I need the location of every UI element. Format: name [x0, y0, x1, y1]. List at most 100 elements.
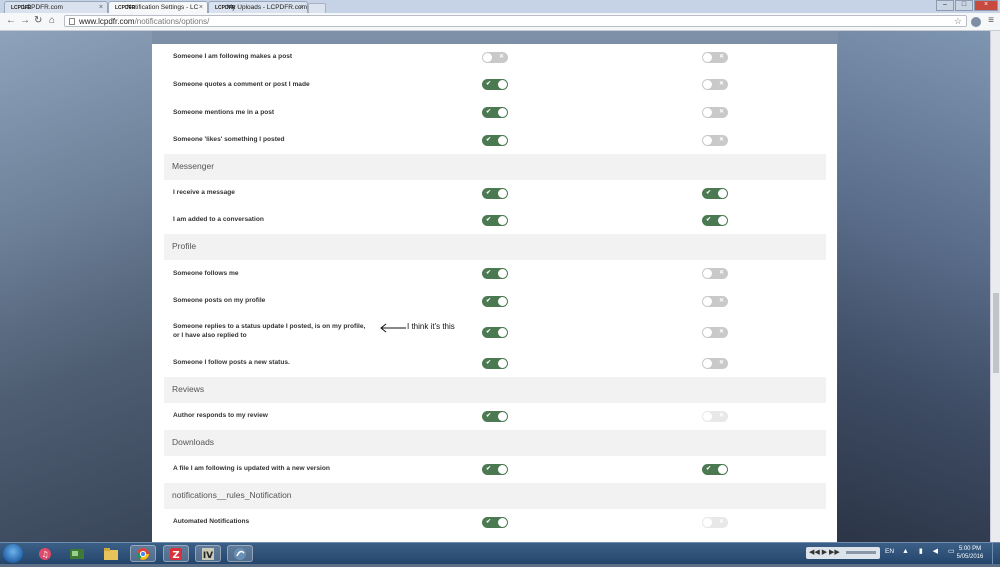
app-z-icon[interactable]: Z	[163, 545, 189, 562]
toggle-inline[interactable]: ✔	[482, 107, 508, 118]
page-icon	[69, 18, 75, 25]
toggle-inline[interactable]: ✔	[482, 188, 508, 199]
itunes-icon[interactable]: ♫	[32, 545, 58, 562]
svg-text:♫: ♫	[41, 550, 48, 559]
toggle-inline[interactable]: ✔	[482, 135, 508, 146]
toggle-email[interactable]: ✕	[702, 52, 728, 63]
lcpdfr-favicon-icon: LCPDFR	[11, 5, 32, 11]
app-dolphin-icon[interactable]	[227, 545, 253, 562]
section-title: Messenger	[172, 161, 215, 171]
toggle-email-disabled: ✕	[702, 411, 728, 422]
toggle-inline[interactable]: ✔	[482, 215, 508, 226]
page-scrollbar[interactable]	[990, 31, 1000, 542]
toggle-email[interactable]: ✕	[702, 358, 728, 369]
close-tab-icon[interactable]: ×	[299, 2, 303, 13]
back-arrow-icon[interactable]: ←	[6, 16, 16, 26]
annotation: I think it's this	[379, 321, 469, 335]
toggle-email[interactable]: ✕	[702, 268, 728, 279]
reload-icon[interactable]: ↻	[34, 16, 42, 26]
section-title: Profile	[172, 241, 197, 251]
check-icon: ✔	[706, 466, 712, 472]
tab-title: LCPDFR.com	[22, 4, 63, 11]
toggle-email[interactable]: ✔	[702, 188, 728, 199]
background-art-left	[0, 31, 152, 542]
volume-slider[interactable]	[845, 550, 876, 554]
toggle-inline[interactable]: ✔	[482, 327, 508, 338]
close-window-button[interactable]: ×	[974, 0, 998, 11]
check-icon: ✔	[706, 217, 712, 223]
chrome-icon[interactable]	[130, 545, 156, 562]
start-button[interactable]	[3, 544, 23, 563]
clock-date: 5/05/2016	[956, 554, 984, 560]
forward-arrow-icon[interactable]: →	[20, 16, 30, 26]
language-indicator[interactable]: EN	[885, 548, 894, 555]
minimize-button[interactable]: –	[936, 0, 954, 11]
media-controls[interactable]: ◀◀ ▶ ▶▶	[806, 547, 880, 559]
svg-text:IV: IV	[203, 551, 213, 561]
tab-bar: LCPDFR LCPDFR.com × LCPDFR Notification …	[0, 0, 1000, 14]
setting-label-continued: or I have also replied to	[173, 332, 247, 339]
toggle-email[interactable]: ✕	[702, 135, 728, 146]
toggle-email[interactable]: ✕	[702, 296, 728, 307]
address-bar-row: ← → ↻ ⌂ www.lcpdfr.com/notifications/opt…	[0, 13, 1000, 31]
tab-title: Notification Settings - LC	[126, 4, 199, 11]
clock[interactable]: 5:00 PM 5/05/2016	[953, 545, 987, 561]
close-tab-icon[interactable]: ×	[199, 2, 203, 13]
setting-label: I am added to a conversation	[173, 216, 264, 223]
section-header: notifications__rules_Notification	[164, 483, 826, 509]
toggle-inline[interactable]: ✔	[482, 517, 508, 528]
toggle-email[interactable]: ✔	[702, 464, 728, 475]
x-icon: ✕	[718, 519, 724, 525]
toggle-inline[interactable]: ✔	[482, 411, 508, 422]
toggle-email[interactable]: ✕	[702, 79, 728, 90]
toggle-inline[interactable]: ✔	[482, 358, 508, 369]
toggle-inline[interactable]: ✔	[482, 268, 508, 279]
toggle-inline[interactable]: ✕	[482, 52, 508, 63]
check-icon: ✔	[486, 109, 492, 115]
tab-lcpdfr[interactable]: LCPDFR LCPDFR.com ×	[4, 1, 108, 13]
setting-row: Someone 'likes' something I posted ✔ ✕	[164, 127, 826, 154]
setting-label: Someone posts on my profile	[173, 297, 266, 304]
scrollbar-thumb[interactable]	[993, 293, 999, 373]
background-art-right	[838, 31, 1000, 542]
menu-icon[interactable]: ≡	[988, 16, 994, 26]
home-icon[interactable]: ⌂	[49, 16, 55, 26]
game-icon[interactable]	[64, 545, 90, 562]
setting-label: I receive a message	[173, 189, 235, 196]
x-icon: ✕	[718, 360, 724, 366]
toggle-inline[interactable]: ✔	[482, 464, 508, 475]
check-icon: ✔	[486, 519, 492, 525]
close-tab-icon[interactable]: ×	[99, 2, 103, 13]
tab-my-uploads[interactable]: LCPDFR My Uploads - LCPDFR.com ×	[208, 1, 308, 13]
bookmark-star-icon[interactable]: ☆	[954, 16, 962, 27]
setting-label: Author responds to my review	[173, 412, 268, 419]
toggle-email[interactable]: ✕	[702, 107, 728, 118]
setting-label: Someone follows me	[173, 270, 239, 277]
maximize-button[interactable]: □	[955, 0, 973, 11]
app-iv-icon[interactable]: IV	[195, 545, 221, 562]
setting-row: Someone replies to a status update I pos…	[164, 315, 826, 349]
file-explorer-icon[interactable]	[98, 545, 124, 562]
taskbar: ♫ Z IV ◀◀ ▶ ▶▶ EN ▲ ▮ ◀ ▭ 5:00 PM 5/05/2…	[0, 542, 1000, 564]
toggle-email-disabled: ✕	[702, 517, 728, 528]
setting-row: Author responds to my review ✔ ✕	[164, 403, 826, 430]
adblock-extension-icon[interactable]	[971, 17, 981, 27]
check-icon: ✔	[486, 298, 492, 304]
tab-notification-settings[interactable]: LCPDFR Notification Settings - LC ×	[108, 1, 208, 13]
section-header: Profile	[164, 234, 826, 260]
toggle-inline[interactable]: ✔	[482, 296, 508, 307]
setting-row: Someone follows me ✔ ✕	[164, 260, 826, 288]
setting-label: Someone I follow posts a new status.	[173, 359, 290, 366]
check-icon: ✔	[486, 329, 492, 335]
notification-settings-panel: Someone I am following makes a post ✕ ✕ …	[152, 44, 837, 542]
setting-row: Someone I follow posts a new status. ✔ ✕	[164, 349, 826, 377]
media-buttons[interactable]: ◀◀ ▶ ▶▶	[809, 549, 840, 556]
url-field[interactable]: www.lcpdfr.com/notifications/options/ ☆	[64, 15, 967, 27]
section-header: Reviews	[164, 377, 826, 403]
toggle-email[interactable]: ✕	[702, 327, 728, 338]
toggle-email[interactable]: ✔	[702, 215, 728, 226]
x-icon: ✕	[718, 329, 724, 335]
tray-icons[interactable]: ▲ ▮ ◀ ▭	[902, 547, 959, 555]
toggle-inline[interactable]: ✔	[482, 79, 508, 90]
show-desktop-button[interactable]	[992, 543, 1000, 564]
